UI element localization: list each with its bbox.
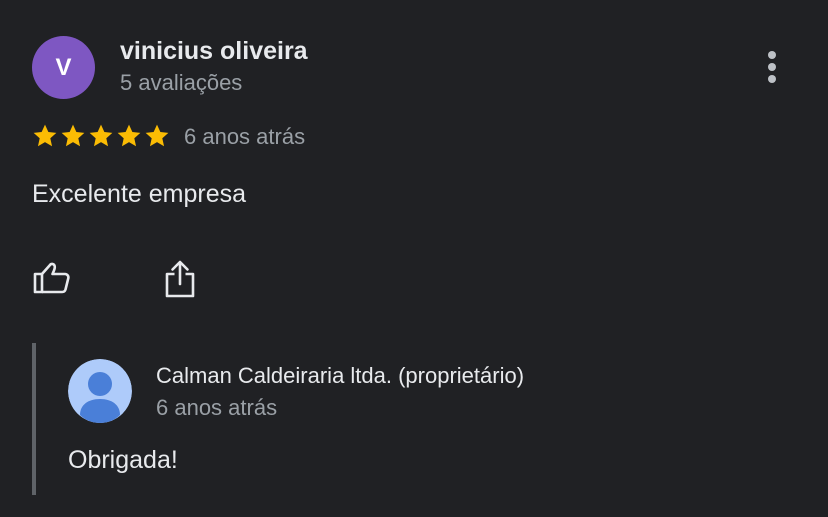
owner-avatar: [68, 359, 132, 423]
star-icon: [89, 124, 113, 147]
star-rating: [32, 123, 170, 149]
owner-reply-text: Obrigada!: [68, 446, 178, 474]
reply-divider-bar: [32, 343, 36, 495]
owner-reply-date: 6 anos atrás: [156, 395, 278, 420]
reviewer-review-count[interactable]: 5 avaliações: [120, 70, 242, 96]
star-icon: [145, 124, 169, 147]
star-icon: [61, 124, 85, 147]
owner-name: Calman Caldeiraria ltda. (proprietário): [156, 363, 525, 388]
like-button[interactable]: [31, 256, 75, 300]
reviewer-avatar[interactable]: V: [32, 36, 95, 99]
reviewer-avatar-letter: V: [55, 53, 72, 81]
review-text: Excelente empresa: [32, 180, 247, 208]
thumb-up-icon: [33, 262, 70, 294]
reviewer-name[interactable]: vinicius oliveira: [120, 37, 308, 66]
more-vert-icon: [768, 51, 776, 83]
more-options-button[interactable]: [752, 44, 792, 90]
star-icon: [117, 124, 141, 147]
review-date: 6 anos atrás: [184, 124, 306, 149]
share-button[interactable]: [160, 256, 200, 300]
star-icon: [33, 124, 57, 147]
default-person-avatar-icon: [68, 359, 132, 423]
share-icon: [165, 260, 195, 298]
